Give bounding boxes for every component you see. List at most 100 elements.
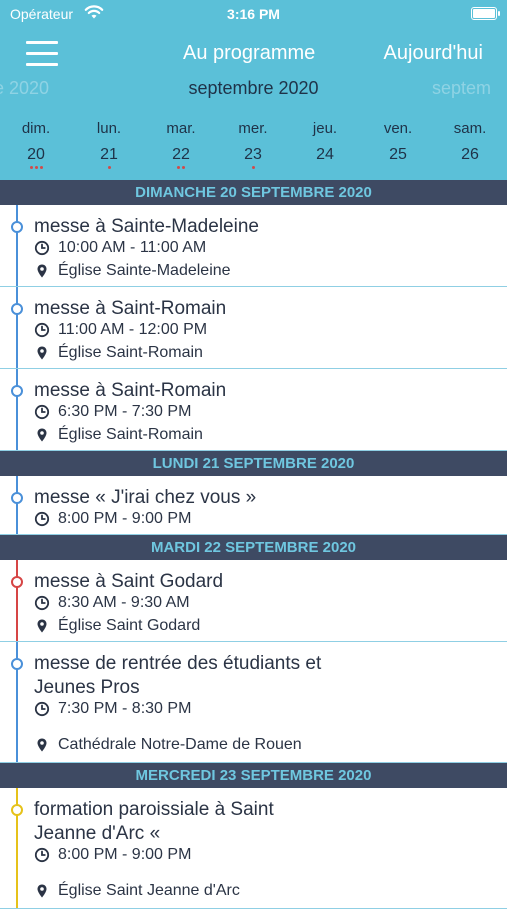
timeline-bar bbox=[16, 476, 18, 534]
event-dot bbox=[39, 166, 43, 169]
event-dot bbox=[251, 166, 255, 169]
event-dots bbox=[440, 166, 500, 172]
clock-icon bbox=[34, 240, 50, 256]
day-cell[interactable]: ven. 25 bbox=[368, 120, 428, 172]
event-location-row: Cathédrale Notre-Dame de Rouen bbox=[34, 736, 302, 754]
event-time-row: 8:30 AM - 9:30 AM bbox=[34, 594, 190, 612]
day-cell[interactable]: dim. 20 bbox=[6, 120, 66, 172]
event-location-row: Église Saint-Romain bbox=[34, 426, 203, 444]
header-area: Opérateur 3:16 PM Au programme Aujourd'h… bbox=[0, 0, 507, 180]
event-title: messe à Saint Godard bbox=[34, 571, 224, 592]
event-time: 7:30 PM - 8:30 PM bbox=[58, 700, 192, 717]
event-row[interactable]: messe de rentrée des étudiants et Jeunes… bbox=[0, 642, 507, 763]
clock-icon bbox=[34, 595, 50, 611]
day-cell[interactable]: jeu. 24 bbox=[295, 120, 355, 172]
event-row[interactable]: formation paroissiale à Saint Jeanne d'A… bbox=[0, 788, 507, 909]
day-number: 24 bbox=[316, 146, 334, 163]
event-location: Église Saint Jeanne d'Arc bbox=[58, 882, 240, 899]
event-dot bbox=[34, 166, 38, 169]
event-dot bbox=[107, 166, 111, 169]
timeline-bar bbox=[16, 369, 18, 450]
day-cell[interactable]: mer. 23 bbox=[223, 120, 283, 172]
day-number: 23 bbox=[244, 146, 262, 163]
event-dots bbox=[368, 166, 428, 172]
timeline-marker bbox=[11, 303, 23, 315]
event-title: messe à Saint-Romain bbox=[34, 380, 227, 401]
event-row[interactable]: messe à Sainte-Madeleine 10:00 AM - 11:00… bbox=[0, 205, 507, 287]
day-cell[interactable]: mar. 22 bbox=[151, 120, 211, 172]
day-name: sam. bbox=[453, 120, 487, 137]
day-name: mer. bbox=[238, 120, 268, 137]
navigation-bar: Au programme Aujourd'hui bbox=[0, 30, 507, 78]
event-time-row: 8:00 PM - 9:00 PM bbox=[34, 510, 191, 528]
event-dots bbox=[6, 166, 66, 172]
event-dots bbox=[295, 166, 355, 172]
timeline-marker bbox=[11, 804, 23, 816]
timeline-marker bbox=[11, 385, 23, 397]
location-pin-icon bbox=[34, 737, 50, 753]
day-number: 20 bbox=[27, 146, 45, 163]
event-title: messe « J'irai chez vous » bbox=[34, 487, 257, 508]
event-row[interactable]: messe « J'irai chez vous » 8:00 PM - 9:00… bbox=[0, 476, 507, 535]
event-dot bbox=[29, 166, 33, 169]
event-time-row: 7:30 PM - 8:30 PM bbox=[34, 700, 191, 718]
day-name: mar. bbox=[166, 120, 196, 137]
event-time: 8:00 PM - 9:00 PM bbox=[58, 846, 192, 863]
page-title: Au programme bbox=[183, 42, 316, 64]
event-dot bbox=[182, 166, 185, 169]
event-location-row: Église Saint Jeanne d'Arc bbox=[34, 882, 240, 900]
event-time-row: 10:00 AM - 11:00 AM bbox=[34, 239, 206, 257]
day-number: 26 bbox=[461, 146, 479, 163]
location-pin-icon bbox=[34, 263, 50, 279]
location-pin-icon bbox=[34, 427, 50, 443]
event-dots bbox=[223, 166, 283, 172]
day-cell[interactable]: sam. 26 bbox=[440, 120, 500, 172]
event-title: messe à Saint-Romain bbox=[34, 298, 227, 319]
section-header: MERCREDI 23 SEPTEMBRE 2020 bbox=[0, 763, 507, 788]
event-row[interactable]: messe à Saint-Romain 11:00 AM - 12:00 PM É… bbox=[0, 287, 507, 369]
event-row[interactable]: messe à Saint-Romain 6:30 PM - 7:30 PM Égl… bbox=[0, 369, 507, 451]
event-location: Cathédrale Notre-Dame de Rouen bbox=[58, 736, 302, 753]
current-month-label: septembre 2020 bbox=[188, 78, 319, 98]
timeline-marker bbox=[11, 221, 23, 233]
clock-icon bbox=[34, 511, 50, 527]
event-location-row: Église Sainte-Madeleine bbox=[34, 262, 231, 280]
week-strip: dim. 20 lun. 21 mar. 22 mer. 23 jeu. 24 ven. 25 sam.… bbox=[0, 120, 507, 180]
event-row[interactable]: messe à Saint Godard 8:30 AM - 9:30 AM Égl… bbox=[0, 560, 507, 642]
event-time-row: 8:00 PM - 9:00 PM bbox=[34, 846, 191, 864]
event-time-row: 6:30 PM - 7:30 PM bbox=[34, 403, 191, 421]
event-title: messe de rentrée des étudiants et Jeunes… bbox=[34, 653, 322, 698]
clock-icon bbox=[34, 701, 50, 717]
status-bar: Opérateur 3:16 PM bbox=[0, 0, 507, 30]
timeline-bar bbox=[16, 560, 18, 641]
event-location-row: Église Saint-Romain bbox=[34, 344, 203, 362]
month-row: re 2020 septembre 2020 septem bbox=[0, 78, 507, 104]
day-cell[interactable]: lun. 21 bbox=[79, 120, 139, 172]
event-time: 11:00 AM - 12:00 PM bbox=[58, 321, 208, 338]
timeline-marker bbox=[11, 576, 23, 588]
event-dot bbox=[177, 166, 180, 169]
event-time: 8:00 PM - 9:00 PM bbox=[58, 510, 192, 527]
menu-icon[interactable] bbox=[26, 40, 58, 68]
timeline-bar bbox=[16, 205, 18, 286]
section-header: MARDI 22 SEPTEMBRE 2020 bbox=[0, 535, 507, 560]
clock: 3:16 PM bbox=[227, 6, 280, 22]
today-button[interactable]: Aujourd'hui bbox=[384, 42, 483, 65]
event-title: formation paroissiale à Saint Jeanne d'A… bbox=[34, 799, 274, 844]
event-time: 8:30 AM - 9:30 AM bbox=[58, 594, 190, 611]
event-location: Église Saint-Romain bbox=[58, 426, 203, 443]
next-month-label[interactable]: septem bbox=[432, 78, 491, 99]
event-location: Église Sainte-Madeleine bbox=[58, 262, 231, 279]
day-number: 25 bbox=[389, 146, 407, 163]
section-header: DIMANCHE 20 SEPTEMBRE 2020 bbox=[0, 180, 507, 205]
event-title: messe à Sainte-Madeleine bbox=[34, 216, 259, 237]
event-location: Église Saint Godard bbox=[58, 617, 201, 634]
location-pin-icon bbox=[34, 345, 50, 361]
day-name: jeu. bbox=[312, 120, 338, 137]
day-name: lun. bbox=[96, 120, 122, 137]
event-time: 6:30 PM - 7:30 PM bbox=[58, 403, 192, 420]
event-time: 10:00 AM - 11:00 AM bbox=[58, 239, 207, 256]
event-location: Église Saint-Romain bbox=[58, 344, 203, 361]
day-number: 21 bbox=[100, 146, 118, 163]
clock-icon bbox=[34, 322, 50, 338]
